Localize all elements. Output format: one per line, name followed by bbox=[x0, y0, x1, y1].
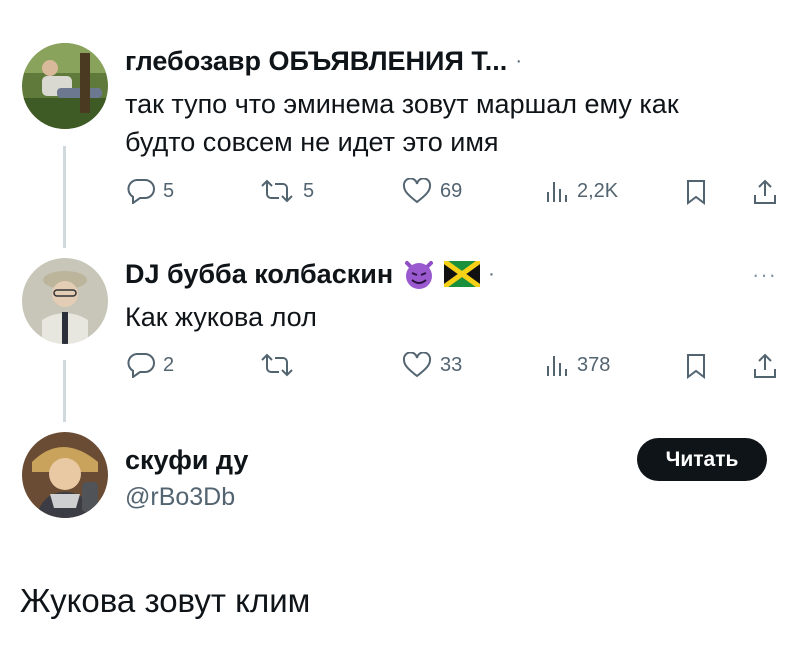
devil-face-emoji bbox=[405, 261, 434, 289]
views-count: 378 bbox=[577, 353, 611, 376]
more-options-icon[interactable]: ··· bbox=[752, 262, 777, 288]
retweet-icon bbox=[261, 353, 293, 377]
thread-line bbox=[63, 360, 66, 422]
views-icon bbox=[547, 182, 567, 202]
like-count: 69 bbox=[440, 179, 463, 202]
bookmark-button[interactable] bbox=[685, 178, 707, 206]
bookmark-button[interactable] bbox=[685, 352, 707, 380]
thread-line bbox=[63, 146, 66, 248]
like-button[interactable]: 69 bbox=[402, 178, 462, 204]
share-button[interactable] bbox=[752, 178, 778, 206]
reply-icon bbox=[127, 353, 155, 378]
avatar[interactable] bbox=[22, 258, 108, 344]
bookmark-icon bbox=[687, 180, 705, 205]
views-icon bbox=[547, 356, 567, 376]
main-tweet-text: Жукова зовут клим bbox=[20, 582, 311, 619]
reply-count: 2 bbox=[163, 353, 175, 376]
reply-count: 5 bbox=[163, 179, 175, 202]
tweet-actions: 5 5 69 2,2K bbox=[127, 178, 787, 208]
like-button[interactable]: 33 bbox=[402, 352, 462, 378]
tweet-text: Как жукова лол bbox=[125, 302, 317, 332]
author-name[interactable]: DJ бубба колбаскин bbox=[125, 259, 393, 290]
tweet-actions: 2 33 378 bbox=[127, 352, 787, 382]
author-name[interactable]: глебозавр ОБЪЯВЛЕНИЯ Т... bbox=[125, 46, 507, 77]
share-icon bbox=[754, 179, 776, 204]
author-name[interactable]: скуфи ду bbox=[125, 445, 248, 476]
heart-icon bbox=[402, 178, 432, 204]
bookmark-icon bbox=[687, 354, 705, 379]
separator-dot: · bbox=[515, 50, 522, 72]
author-handle[interactable]: @rBo3Db bbox=[125, 483, 235, 512]
follow-button[interactable]: Читать bbox=[637, 438, 767, 481]
tweet-text-line: так тупо что эминема зовут маршал ему ка… bbox=[125, 89, 679, 119]
retweet-icon bbox=[261, 179, 293, 203]
tweet-text: так тупо что эминема зовут маршал ему ка… bbox=[125, 85, 679, 161]
share-icon bbox=[754, 353, 776, 378]
tweet-text-line: будто совсем не идет это имя bbox=[125, 127, 499, 157]
avatar[interactable] bbox=[22, 432, 108, 518]
reply-button[interactable]: 2 bbox=[127, 352, 174, 378]
views-button[interactable]: 2,2K bbox=[545, 178, 618, 204]
reply-icon bbox=[127, 179, 155, 204]
avatar[interactable] bbox=[22, 43, 108, 129]
reply-button[interactable]: 5 bbox=[127, 178, 174, 204]
retweet-count: 5 bbox=[303, 179, 315, 202]
heart-icon bbox=[402, 352, 432, 378]
retweet-button[interactable] bbox=[259, 352, 303, 378]
separator-dot: · bbox=[488, 262, 495, 285]
views-count: 2,2K bbox=[577, 179, 619, 202]
views-button[interactable]: 378 bbox=[545, 352, 610, 378]
share-button[interactable] bbox=[752, 352, 778, 380]
retweet-button[interactable]: 5 bbox=[259, 178, 314, 204]
like-count: 33 bbox=[440, 353, 463, 376]
jamaica-flag-emoji bbox=[444, 261, 481, 287]
